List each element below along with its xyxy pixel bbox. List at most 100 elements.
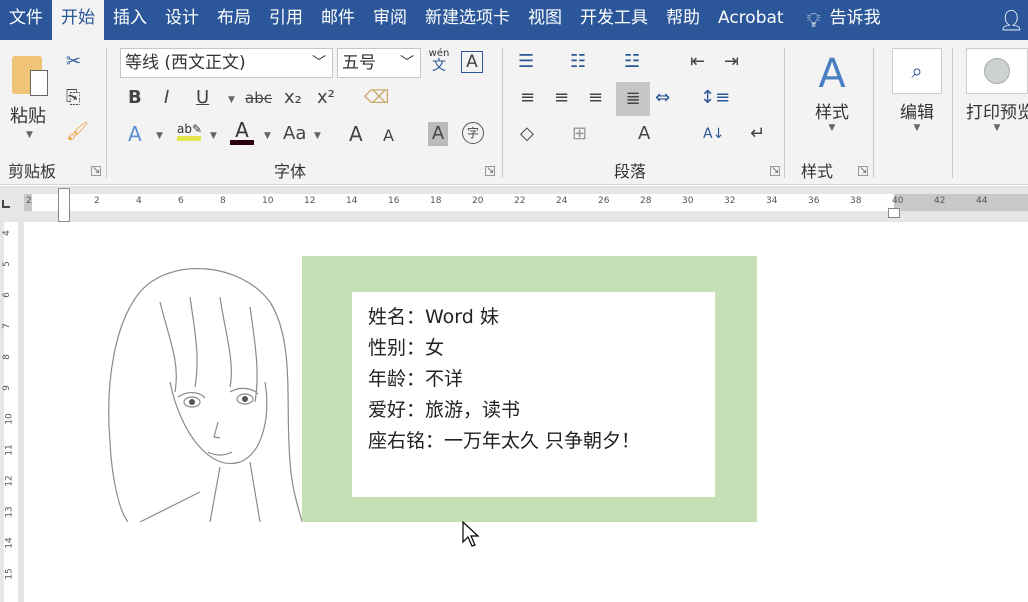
enclose-characters-button[interactable]: 字 [462,122,484,144]
font-name-value: 等线 (西文正文) [125,53,246,73]
tab-7[interactable]: 审阅 [364,0,416,40]
paste-label: 粘贴 [10,106,46,127]
tab-3[interactable]: 设计 [156,0,208,40]
font-size-select[interactable]: 五号 ﹀ [337,48,421,78]
hobby-line: 爱好：旅游，读书 [368,399,521,421]
editing-button[interactable]: ⌕ 编辑 ▼ [892,48,942,133]
increase-indent-icon[interactable]: ⇥ [724,50,739,74]
dropdown-icon[interactable]: ▼ [210,124,217,148]
tab-1[interactable]: 开始 [52,0,104,40]
underline-button[interactable]: U [196,86,209,110]
tab-8[interactable]: 新建选项卡 [416,0,519,40]
show-marks-icon[interactable]: ↵ [750,122,765,146]
age-line: 年龄：不详 [368,368,464,390]
dialog-launcher-icon[interactable]: ↘ [770,166,780,176]
sort-icon[interactable]: A↓ [703,122,724,146]
tab-9[interactable]: 视图 [519,0,571,40]
tell-me-search[interactable]: 告诉我 [821,0,890,40]
dialog-launcher-icon[interactable]: ↘ [91,166,101,176]
clear-formatting-icon[interactable]: ⌫ [364,86,389,110]
text-direction-icon[interactable]: A [638,122,650,146]
tab-5[interactable]: 引用 [260,0,312,40]
profile-text-box[interactable]: 姓名：Word 妹 性别：女 年龄：不详 爱好：旅游，读书 座右铭：一万年太久 … [352,292,715,497]
print-preview-icon [966,48,1028,94]
styles-button[interactable]: A 样式 ▼ [805,50,859,133]
font-color-button[interactable]: A [230,120,254,145]
dropdown-icon: ▼ [913,123,921,133]
font-color-glyph: A [235,118,249,142]
justify-icon[interactable]: ≣ [616,82,650,116]
phonetic-guide-button[interactable]: wén 文 [428,48,450,74]
share-user-icon[interactable]: 👤︎ [999,8,1024,32]
grow-font-button[interactable]: A [349,122,363,146]
borders-icon[interactable]: ⊞ [572,122,587,146]
indent-marker[interactable] [58,188,70,222]
shrink-font-button[interactable]: A [383,124,394,148]
character-shading-button[interactable]: A [428,122,448,146]
dropdown-icon[interactable]: ▼ [264,124,271,148]
vruler-tick: 5 [1,261,12,267]
character-border-icon[interactable]: A [461,51,483,73]
underline-dropdown-icon[interactable]: ▼ [228,88,235,112]
dialog-launcher-icon[interactable]: ↘ [485,166,495,176]
text-effects-icon[interactable]: A [128,122,142,146]
font-name-select[interactable]: 等线 (西文正文) ﹀ [120,48,333,78]
align-center-icon[interactable]: ≡ [554,86,569,110]
copy-icon[interactable]: ⎘ [66,86,80,110]
vertical-ruler[interactable]: 4 5 6 7 8 9 10 11 12 13 14 15 [0,222,24,602]
italic-button[interactable]: I [164,86,169,110]
numbering-icon[interactable]: ☷ [570,50,586,74]
align-right-icon[interactable]: ≡ [588,86,603,110]
anime-girl-sketch-image[interactable] [100,262,302,522]
ruler-tick: 2 [26,196,32,206]
dropdown-icon[interactable]: ▼ [156,124,163,148]
dropdown-icon[interactable]: ▼ [314,124,321,148]
subscript-button[interactable]: x₂ [284,86,302,110]
ruler-tick: 8 [220,196,226,206]
vruler-tick: 10 [4,413,15,425]
lightbulb-icon[interactable]: 💡︎ [807,8,821,32]
ruler-tick: 4 [136,196,142,206]
ruler-bar: 2 2 4 6 8 10 12 14 16 18 20 22 24 26 28 30 32 34 36 38 40 42 4… [24,194,1028,211]
tab-6[interactable]: 邮件 [312,0,364,40]
superscript-button[interactable]: x² [317,86,335,110]
format-painter-icon[interactable]: 🖌︎ [66,120,89,144]
print-preview-button[interactable]: 打印预览 ▼ [966,48,1028,133]
ruler-tick: 6 [178,196,184,206]
pinyin-char: 文 [432,58,446,74]
paste-button[interactable]: 粘贴 ▼ [8,52,52,152]
strikethrough-button[interactable]: abc [245,86,272,110]
change-case-button[interactable]: Aa [283,122,306,146]
search-icon: ⌕ [892,48,942,94]
styles-icon: A [818,51,846,97]
tab-11[interactable]: 帮助 [657,0,709,40]
horizontal-ruler[interactable]: 2 2 4 6 8 10 12 14 16 18 20 22 24 26 28 30 32 34 36 38 40 42 4… [0,186,1028,222]
decrease-indent-icon[interactable]: ⇤ [690,50,705,74]
vruler-tick: 11 [4,444,15,456]
tab-2[interactable]: 插入 [104,0,156,40]
ruler-tick: 32 [724,196,736,206]
tab-4[interactable]: 布局 [208,0,260,40]
multilevel-list-icon[interactable]: ☳ [624,50,640,74]
shading-icon[interactable]: ◇ [520,122,534,146]
bold-button[interactable]: B [128,86,142,110]
distributed-icon[interactable]: ⇔ [655,86,670,110]
highlight-button[interactable]: ab✎ [177,122,202,141]
chevron-down-icon: ﹀ [312,55,326,71]
tab-selector[interactable] [2,200,10,208]
cut-icon[interactable]: ✂ [66,50,81,74]
vruler-tick: 15 [4,568,15,580]
line-spacing-icon[interactable]: ↕≡ [700,86,730,110]
ruler-tick: 40 [892,196,904,206]
align-left-icon[interactable]: ≡ [520,86,535,110]
tab-10[interactable]: 开发工具 [571,0,657,40]
motto-line: 座右铭：一万年太久 只争朝夕！ [368,430,641,452]
tab-0[interactable]: 文件 [0,0,52,40]
bullets-icon[interactable]: ☰ [518,50,534,74]
vruler-tick: 7 [1,323,12,329]
ruler-tick: 14 [346,196,358,206]
dialog-launcher-icon[interactable]: ↘ [858,166,868,176]
right-indent-marker[interactable] [888,208,900,218]
ruler-tick: 18 [430,196,442,206]
tab-12[interactable]: Acrobat [709,0,793,40]
